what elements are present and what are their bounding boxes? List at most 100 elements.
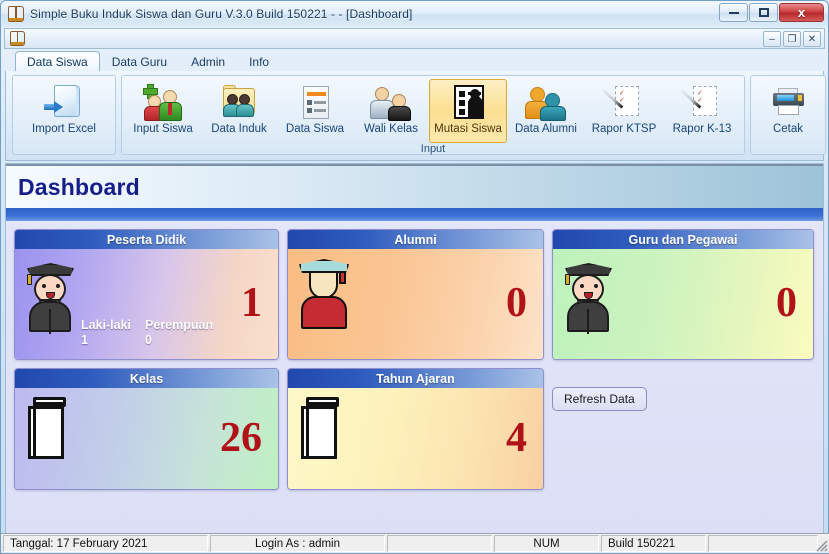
ribbon-button-label: Cetak — [773, 123, 803, 135]
card-value: 0 — [776, 282, 797, 324]
ribbon-button-data-induk[interactable]: Data Induk — [201, 79, 277, 143]
status-cell-0: Tanggal: 17 February 2021 — [3, 535, 208, 552]
cards-area: Peserta Didik1Laki-laki1Perempuan0Alumni… — [6, 221, 823, 535]
window-title: Simple Buku Induk Siswa dan Guru V.3.0 B… — [30, 7, 412, 21]
card-title: Tahun Ajaran — [288, 369, 543, 388]
document-list-icon — [294, 83, 336, 121]
ribbon-button-data-siswa[interactable]: Data Siswa — [277, 79, 353, 143]
folder-import-icon — [43, 83, 85, 121]
card-illustration — [298, 394, 344, 460]
card-title: Kelas — [15, 369, 278, 388]
ribbon-button-label: Data Siswa — [286, 123, 344, 135]
window-titlebar[interactable]: Simple Buku Induk Siswa dan Guru V.3.0 B… — [1, 1, 828, 27]
mdi-minimize-button[interactable]: – — [763, 31, 781, 47]
tab-bar[interactable]: Data SiswaData GuruAdminInfo — [5, 50, 824, 72]
folder-people-icon — [218, 83, 260, 121]
card-body: 4 — [288, 388, 543, 489]
card-illustration — [298, 255, 352, 331]
ribbon-button-label: Rapor KTSP — [592, 123, 657, 135]
report-pen-icon: ✓✓ — [681, 83, 723, 121]
dashboard-card-alumni[interactable]: Alumni 0 — [287, 229, 544, 360]
graduate-student-icon — [25, 255, 79, 335]
mdi-close-button[interactable]: ✕ — [803, 31, 821, 47]
card-sub-stats: Laki-laki1Perempuan0 — [81, 318, 213, 347]
status-cell-4: Build 150221 — [601, 535, 706, 552]
book-stack-icon — [298, 394, 344, 460]
ribbon-button-data-alumni[interactable]: Data Alumni — [507, 79, 585, 143]
ribbon-group-items: Input Siswa Data Induk Data Siswa Wali Kela… — [125, 79, 741, 143]
card-value: 26 — [220, 417, 262, 459]
book-icon — [10, 31, 25, 46]
tab-admin[interactable]: Admin — [179, 51, 237, 72]
card-body: 0 — [288, 249, 543, 359]
application-window: Simple Buku Induk Siswa dan Guru V.3.0 B… — [0, 0, 829, 554]
ribbon-button-import-excel[interactable]: Import Excel — [16, 79, 112, 143]
ribbon-button-label: Data Alumni — [515, 123, 577, 135]
status-cell-3: NUM — [494, 535, 599, 552]
tab-data-siswa[interactable]: Data Siswa — [15, 51, 100, 72]
card-sub-value: 0 — [145, 333, 213, 347]
ribbon-button-rapor-ktsp[interactable]: ✓✓ Rapor KTSP — [585, 79, 663, 143]
card-body: 0 — [553, 249, 813, 359]
cards-row-bottom: Kelas 26 Tahun Ajaran 4 Refresh Data — [6, 368, 823, 490]
printer-icon — [767, 83, 809, 121]
ribbon-button-rapor-k-13[interactable]: ✓✓ Rapor K-13 — [663, 79, 741, 143]
card-illustration — [563, 255, 617, 335]
ribbon-group-items: Cetak — [754, 79, 822, 143]
mdi-window-controls[interactable]: – ❐ ✕ — [763, 31, 821, 47]
status-bar: Tanggal: 17 February 2021Login As : admi… — [1, 533, 829, 553]
teacher-icon — [563, 255, 617, 335]
alumni-people-icon — [525, 83, 567, 121]
dashboard-card-guru-dan-pegawai[interactable]: Guru dan Pegawai 0 — [552, 229, 814, 360]
refresh-data-button[interactable]: Refresh Data — [552, 387, 647, 411]
dashboard-card-kelas[interactable]: Kelas 26 — [14, 368, 279, 490]
status-cell-1: Login As : admin — [210, 535, 385, 552]
dashboard-header: Dashboard — [6, 164, 823, 208]
minimize-button[interactable] — [719, 3, 748, 22]
dashboard-client-area: Dashboard Peserta Didik1Laki-laki1Peremp… — [5, 163, 824, 535]
id-card-icon — [447, 83, 489, 121]
report-pen-icon: ✓✓ — [603, 83, 645, 121]
card-sub-value: 1 — [81, 333, 131, 347]
ribbon-group-label — [16, 143, 112, 153]
card-value: 4 — [506, 417, 527, 459]
card-value: 0 — [506, 282, 527, 324]
card-value: 1 — [241, 282, 262, 324]
resize-grip-icon[interactable] — [814, 538, 828, 552]
ribbon-button-label: Mutasi Siswa — [434, 123, 502, 135]
book-stack-icon — [25, 394, 71, 460]
dashboard-card-tahun-ajaran[interactable]: Tahun Ajaran 4 — [287, 368, 544, 490]
maximize-button[interactable] — [749, 3, 778, 22]
ribbon-group-label — [754, 143, 822, 153]
mdi-restore-button[interactable]: ❐ — [783, 31, 801, 47]
card-title: Alumni — [288, 230, 543, 249]
ribbon-button-label: Import Excel — [32, 123, 96, 135]
ribbon-toolbar[interactable]: Import Excel Input Siswa Data Induk Data Si… — [5, 71, 824, 161]
ribbon-button-input-siswa[interactable]: Input Siswa — [125, 79, 201, 143]
card-body: 1Laki-laki1Perempuan0 — [15, 249, 278, 359]
dashboard-card-peserta-didik[interactable]: Peserta Didik1Laki-laki1Perempuan0 — [14, 229, 279, 360]
cards-row-top: Peserta Didik1Laki-laki1Perempuan0Alumni… — [6, 229, 823, 360]
ribbon-button-wali-kelas[interactable]: Wali Kelas — [353, 79, 429, 143]
status-cell-2 — [387, 535, 492, 552]
card-title: Guru dan Pegawai — [553, 230, 813, 249]
status-cell-5 — [708, 535, 818, 552]
tab-info[interactable]: Info — [237, 51, 281, 72]
card-sub-stat: Perempuan0 — [145, 318, 213, 347]
ribbon-button-label: Wali Kelas — [364, 123, 418, 135]
ribbon-button-label: Data Induk — [211, 123, 267, 135]
ribbon-button-cetak[interactable]: Cetak — [754, 79, 822, 143]
window-controls[interactable]: x — [719, 3, 824, 22]
ribbon-group-label: Input — [125, 143, 741, 156]
ribbon-button-mutasi-siswa[interactable]: Mutasi Siswa — [429, 79, 507, 143]
card-illustration — [25, 255, 79, 335]
page-title: Dashboard — [18, 174, 140, 201]
add-people-icon — [142, 83, 184, 121]
tab-data-guru[interactable]: Data Guru — [100, 51, 179, 72]
ribbon-button-label: Rapor K-13 — [673, 123, 732, 135]
ribbon-group-print: Cetak — [750, 75, 826, 155]
mdi-child-titlebar[interactable]: – ❐ ✕ — [4, 28, 825, 49]
ribbon-group-input: Input Siswa Data Induk Data Siswa Wali Kela… — [121, 75, 745, 155]
alumni-graduate-icon — [298, 255, 352, 331]
close-button[interactable]: x — [779, 3, 824, 22]
